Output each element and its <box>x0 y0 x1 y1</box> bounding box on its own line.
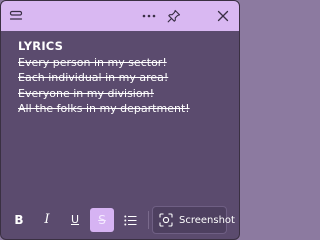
bold-button[interactable]: B <box>7 208 31 232</box>
screenshot-label: Screenshot <box>179 214 235 226</box>
italic-icon: I <box>44 212 50 227</box>
italic-button[interactable]: I <box>35 208 59 232</box>
close-icon[interactable] <box>213 6 233 26</box>
more-icon[interactable] <box>139 6 159 26</box>
bulleted-list-button[interactable] <box>118 208 142 232</box>
screenshot-button[interactable]: Screenshot <box>152 206 235 234</box>
bold-icon: B <box>14 213 24 227</box>
title-bar[interactable] <box>1 1 239 31</box>
menu-icon[interactable] <box>6 6 26 26</box>
note-line: Everyone in my division! <box>18 86 154 100</box>
note-line: Every person in my sector! <box>18 55 167 69</box>
note-title: LYRICS <box>18 39 64 53</box>
pin-icon[interactable] <box>164 6 184 26</box>
strikethrough-button[interactable]: S <box>90 208 114 232</box>
sticky-note-window: LYRICS Every person in my sector! Each i… <box>0 0 240 240</box>
toolbar-divider <box>148 211 149 229</box>
screenshot-icon <box>159 213 173 227</box>
underline-button[interactable]: U <box>63 208 87 232</box>
formatting-toolbar: B I U S Screenshot <box>1 204 239 236</box>
strikethrough-icon: S <box>98 213 106 227</box>
bulleted-list-icon <box>123 215 136 225</box>
note-editor[interactable]: LYRICS Every person in my sector! Each i… <box>18 39 233 117</box>
underline-icon: U <box>70 213 80 226</box>
note-line: All the folks in my department! <box>18 102 190 115</box>
note-line: Each individual in my area! <box>18 71 169 84</box>
